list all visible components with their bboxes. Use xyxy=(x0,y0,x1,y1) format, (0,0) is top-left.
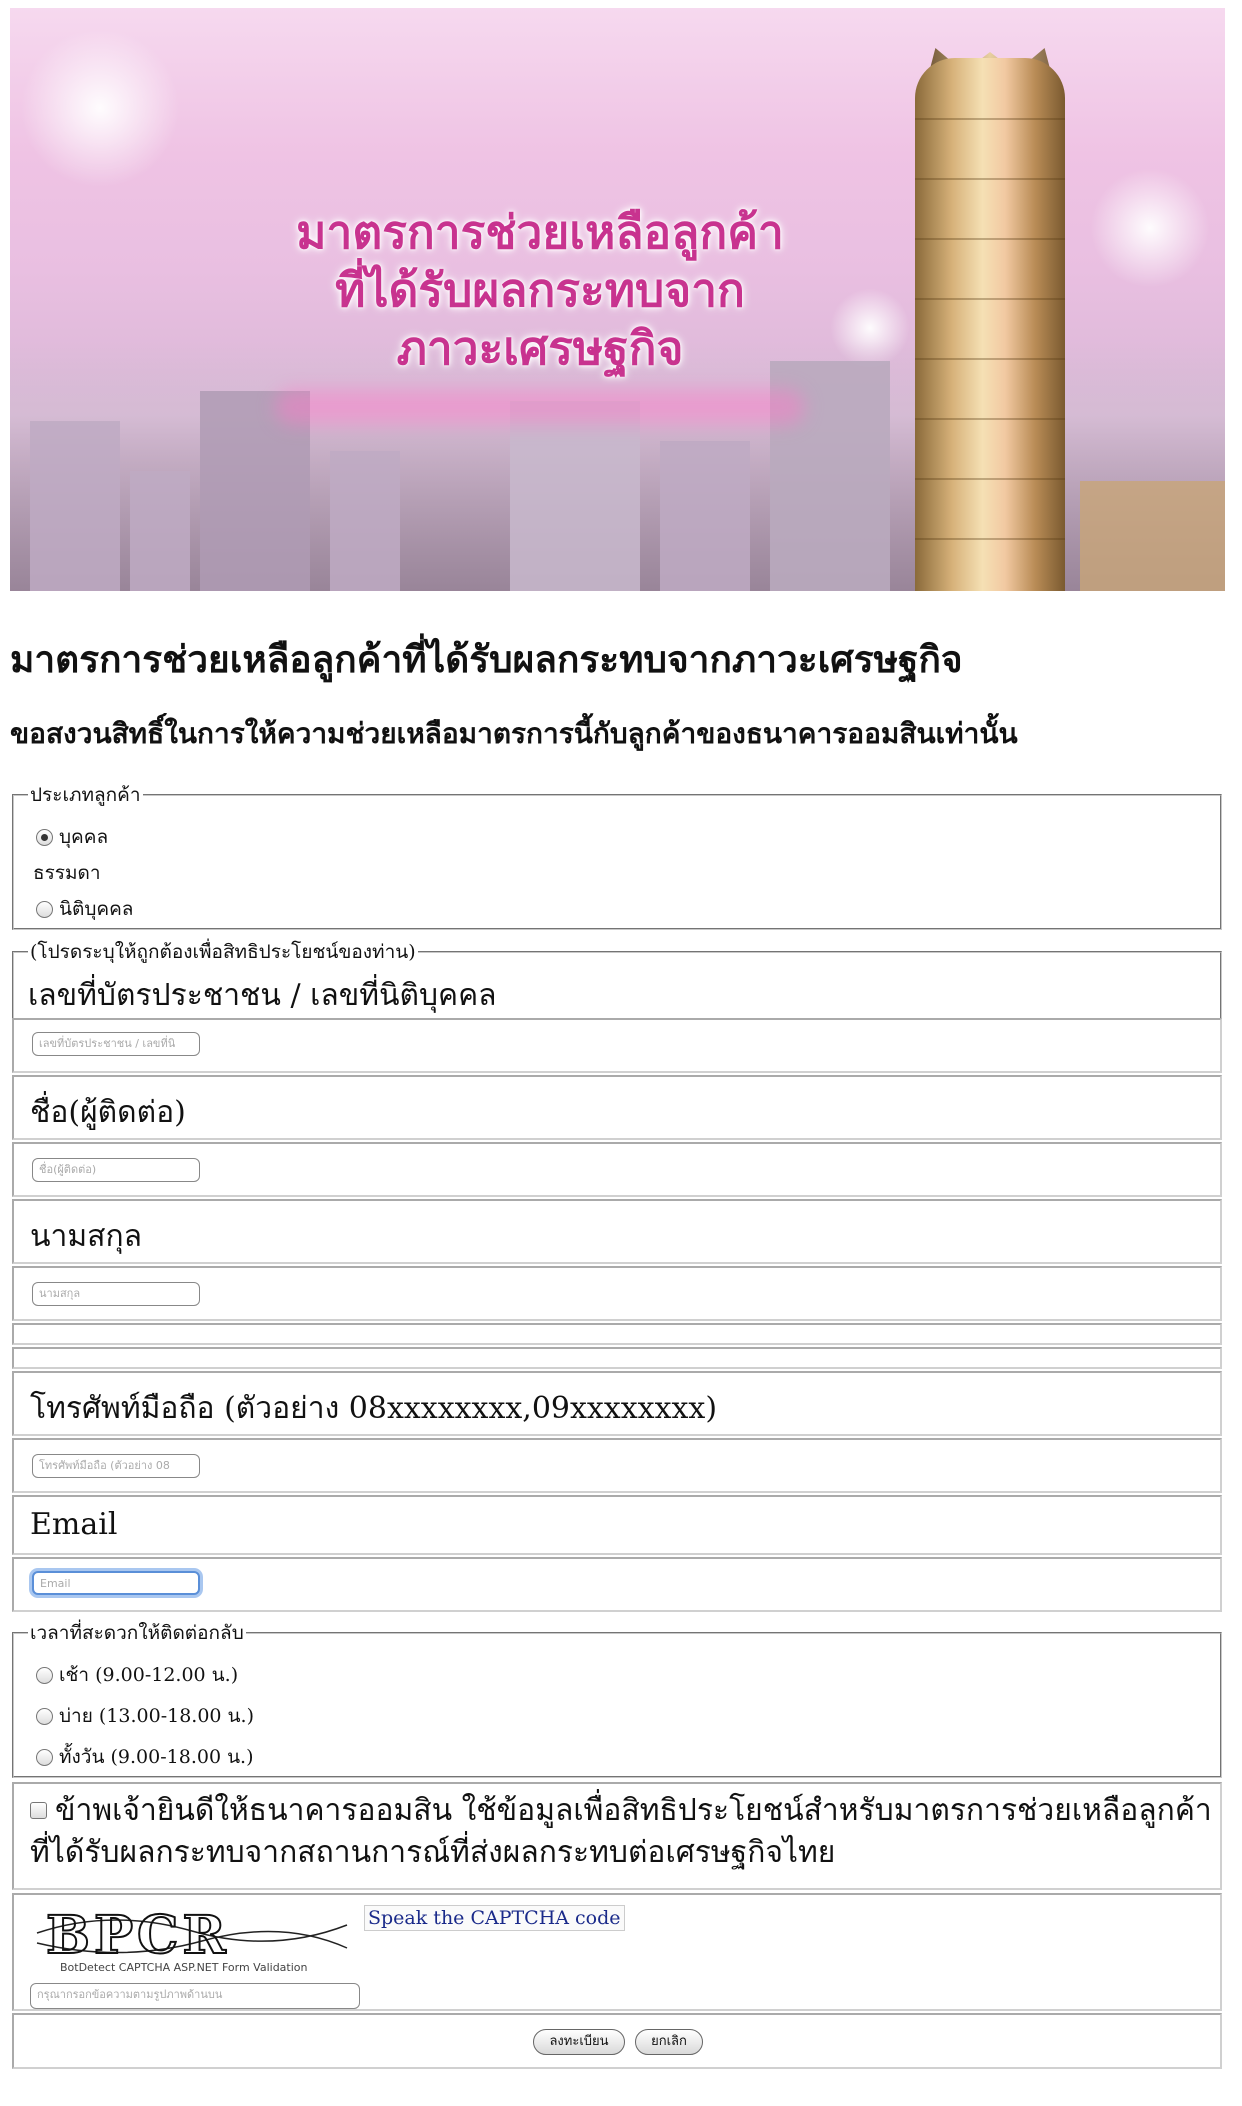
hero-banner-image: มาตรการช่วยเหลือลูกค้า ที่ได้รับผลกระทบจ… xyxy=(10,8,1225,591)
name-label: ชื่อ(ผู้ติดต่อ) xyxy=(30,1095,186,1130)
email-input[interactable]: Email xyxy=(32,1571,200,1595)
captcha-code-text: BPCR xyxy=(46,1905,230,1965)
customer-type-options: บุคคล ธรรมดา นิติบุคคล xyxy=(33,822,133,924)
surname-input[interactable]: นามสกุล xyxy=(32,1282,200,1306)
email-input-row: Email xyxy=(12,1557,1222,1612)
page-title: มาตรการช่วยเหลือลูกค้าที่ได้รับผลกระทบจา… xyxy=(10,637,963,681)
id-input-row: เลขที่บัตรประชาชน / เลขที่นิ xyxy=(12,1018,1222,1073)
radio-individual-control[interactable] xyxy=(36,828,53,846)
consent-block: ข้าพเจ้ายินดีให้ธนาคารออมสิน ใช้ข้อมูลเพ… xyxy=(30,1790,1220,1874)
radio-all-day[interactable]: ทั้งวัน (9.00-18.00 น.) xyxy=(36,1742,254,1772)
empty-row-2 xyxy=(12,1347,1222,1369)
radio-afternoon[interactable]: บ่าย (13.00-18.00 น.) xyxy=(36,1701,254,1731)
name-input[interactable]: ชื่อ(ผู้ติดต่อ) xyxy=(32,1158,200,1182)
contact-time-options: เช้า (9.00-12.00 น.) บ่าย (13.00-18.00 น… xyxy=(36,1660,254,1772)
id-input[interactable]: เลขที่บัตรประชาชน / เลขที่นิ xyxy=(32,1032,200,1056)
radio-afternoon-label: บ่าย (13.00-18.00 น.) xyxy=(59,1705,255,1727)
radio-all-day-control[interactable] xyxy=(36,1748,53,1766)
surname-label: นามสกุล xyxy=(30,1219,142,1254)
captcha-row: BPCR BotDetect CAPTCHA ASP.NET Form Vali… xyxy=(12,1893,1222,2011)
phone-label: โทรศัพท์มือถือ (ตัวอย่าง 08xxxxxxxx,09xx… xyxy=(30,1391,718,1426)
cancel-button[interactable]: ยกเลิก xyxy=(635,2029,703,2055)
banner-line-3: ภาวะเศรษฐกิจ xyxy=(396,321,684,375)
register-button[interactable]: ลงทะเบียน xyxy=(533,2029,625,2055)
radio-juristic[interactable]: นิติบุคคล xyxy=(36,894,133,924)
phone-label-row: โทรศัพท์มือถือ (ตัวอย่าง 08xxxxxxxx,09xx… xyxy=(12,1371,1222,1436)
banner-line-2: ที่ได้รับผลกระทบจาก xyxy=(335,263,745,317)
speak-captcha-link[interactable]: Speak the CAPTCHA code xyxy=(364,1905,625,1931)
consent-row: ข้าพเจ้ายินดีให้ธนาคารออมสิน ใช้ข้อมูลเพ… xyxy=(12,1782,1222,1890)
captcha-image: BPCR xyxy=(32,1903,352,1965)
phone-input[interactable]: โทรศัพท์มือถือ (ตัวอย่าง 08 xyxy=(32,1454,200,1478)
consent-checkbox[interactable] xyxy=(30,1801,47,1819)
banner-line-1: มาตรการช่วยเหลือลูกค้า xyxy=(296,205,784,259)
banner-headline: มาตรการช่วยเหลือลูกค้า ที่ได้รับผลกระทบจ… xyxy=(190,203,890,438)
name-input-row: ชื่อ(ผู้ติดต่อ) xyxy=(12,1142,1222,1197)
radio-individual-label-line2: ธรรมดา xyxy=(33,862,101,884)
phone-input-row: โทรศัพท์มือถือ (ตัวอย่าง 08 xyxy=(12,1438,1222,1493)
contact-time-legend: เวลาที่สะดวกให้ติดต่อกลับ xyxy=(30,1622,244,1644)
customer-type-fieldset: ประเภทลูกค้า xyxy=(12,780,1222,930)
page-subtitle: ขอสงวนสิทธิ์ในการให้ความช่วยเหลือมาตรการ… xyxy=(10,717,1018,750)
email-label-row: Email xyxy=(12,1495,1222,1555)
radio-individual[interactable]: บุคคล xyxy=(36,822,133,852)
radio-morning-label: เช้า (9.00-12.00 น.) xyxy=(59,1664,239,1686)
surname-label-row: นามสกุล xyxy=(12,1199,1222,1264)
id-label-row: เลขที่บัตรประชาชน / เลขที่นิติบุคคล xyxy=(12,952,1222,1025)
radio-morning-control[interactable] xyxy=(36,1666,53,1684)
radio-juristic-label: นิติบุคคล xyxy=(59,898,134,920)
empty-row-1 xyxy=(12,1323,1222,1345)
name-label-row: ชื่อ(ผู้ติดต่อ) xyxy=(12,1075,1222,1140)
radio-juristic-control[interactable] xyxy=(36,900,53,918)
banner-blurred-text xyxy=(275,389,805,425)
captcha-caption: BotDetect CAPTCHA ASP.NET Form Validatio… xyxy=(60,1961,308,1974)
radio-individual-label: บุคคล xyxy=(59,826,109,848)
id-label: เลขที่บัตรประชาชน / เลขที่นิติบุคคล xyxy=(28,978,497,1013)
captcha-input[interactable]: กรุณากรอกข้อความตามรูปภาพด้านบน xyxy=(30,1983,360,2009)
radio-afternoon-control[interactable] xyxy=(36,1707,53,1725)
radio-morning[interactable]: เช้า (9.00-12.00 น.) xyxy=(36,1660,254,1690)
customer-type-legend: ประเภทลูกค้า xyxy=(30,784,141,806)
radio-all-day-label: ทั้งวัน (9.00-18.00 น.) xyxy=(59,1746,254,1768)
consent-text: ข้าพเจ้ายินดีให้ธนาคารออมสิน ใช้ข้อมูลเพ… xyxy=(30,1793,1212,1870)
buttons-row: ลงทะเบียน ยกเลิก xyxy=(12,2013,1222,2069)
email-label: Email xyxy=(30,1507,118,1542)
surname-input-row: นามสกุล xyxy=(12,1266,1222,1321)
